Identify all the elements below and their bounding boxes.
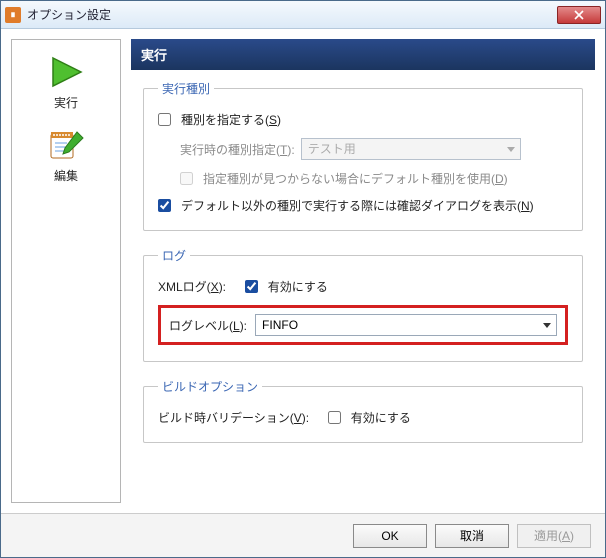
titlebar: ∎ オプション設定 (1, 1, 605, 29)
group-build: ビルドオプション ビルド時バリデーション(V): 有効にする (143, 378, 583, 443)
group-legend: ビルドオプション (158, 378, 262, 395)
confirm-dialog-checkbox[interactable] (158, 199, 171, 212)
row-build-validation: ビルド時バリデーション(V): 有効にする (158, 409, 568, 426)
log-level-select[interactable]: FINFO (255, 314, 557, 336)
sidebar-item-edit[interactable]: 編集 (16, 121, 116, 194)
xml-log-label: XMLログ(X): (158, 278, 226, 295)
window-title: オプション設定 (27, 6, 557, 23)
xml-log-enable-label[interactable]: 有効にする (268, 278, 328, 295)
group-legend: 実行種別 (158, 80, 214, 97)
row-log-level-highlight: ログレベル(L): FINFO (158, 305, 568, 345)
default-fallback-label: 指定種別が見つからない場合にデフォルト種別を使用(D) (203, 170, 508, 187)
main-content: 実行種別 種別を指定する(S) 実行時の種別指定(T): テ (131, 70, 595, 503)
specify-type-checkbox[interactable] (158, 113, 171, 126)
main-header: 実行 (131, 39, 595, 70)
exec-type-label: 実行時の種別指定(T): (180, 141, 295, 158)
row-confirm-dialog: デフォルト以外の種別で実行する際には確認ダイアログを表示(N) (158, 197, 568, 214)
main-panel: 実行 実行種別 種別を指定する(S) 実行時の種別指定(T): (131, 39, 595, 503)
apply-button: 適用(A) (517, 524, 591, 548)
close-button[interactable] (557, 6, 601, 24)
build-validation-label: ビルド時バリデーション(V): (158, 409, 309, 426)
edit-icon (44, 127, 88, 163)
row-xml-log: XMLログ(X): 有効にする (158, 278, 568, 295)
build-validation-enable-checkbox[interactable] (328, 411, 341, 424)
exec-type-select-wrap: テスト用 (301, 138, 521, 160)
specify-type-label[interactable]: 種別を指定する(S) (181, 111, 281, 128)
group-run-type: 実行種別 種別を指定する(S) 実行時の種別指定(T): テ (143, 80, 583, 231)
sidebar-item-run[interactable]: 実行 (16, 48, 116, 121)
group-legend: ログ (158, 247, 190, 264)
options-dialog: ∎ オプション設定 実行 (0, 0, 606, 558)
play-icon (44, 54, 88, 90)
log-level-label: ログレベル(L): (169, 317, 247, 334)
log-level-select-wrap: FINFO (255, 314, 557, 336)
exec-type-select: テスト用 (301, 138, 521, 160)
ok-button[interactable]: OK (353, 524, 427, 548)
confirm-dialog-label[interactable]: デフォルト以外の種別で実行する際には確認ダイアログを表示(N) (181, 197, 534, 214)
app-icon: ∎ (5, 7, 21, 23)
group-log: ログ XMLログ(X): 有効にする ログレベル(L): (143, 247, 583, 362)
default-fallback-checkbox (180, 172, 193, 185)
button-bar: OK 取消 適用(A) (1, 513, 605, 557)
xml-log-enable-checkbox[interactable] (245, 280, 258, 293)
row-default-fallback: 指定種別が見つからない場合にデフォルト種別を使用(D) (158, 170, 568, 187)
sidebar-item-label: 編集 (54, 167, 78, 184)
close-icon (574, 10, 584, 20)
dialog-body: 実行 編集 実行 (1, 29, 605, 513)
build-validation-enable-label[interactable]: 有効にする (351, 409, 411, 426)
row-specify-type: 種別を指定する(S) (158, 111, 568, 128)
sidebar: 実行 編集 (11, 39, 121, 503)
row-exec-type: 実行時の種別指定(T): テスト用 (158, 138, 568, 160)
sidebar-item-label: 実行 (54, 94, 78, 111)
cancel-button[interactable]: 取消 (435, 524, 509, 548)
